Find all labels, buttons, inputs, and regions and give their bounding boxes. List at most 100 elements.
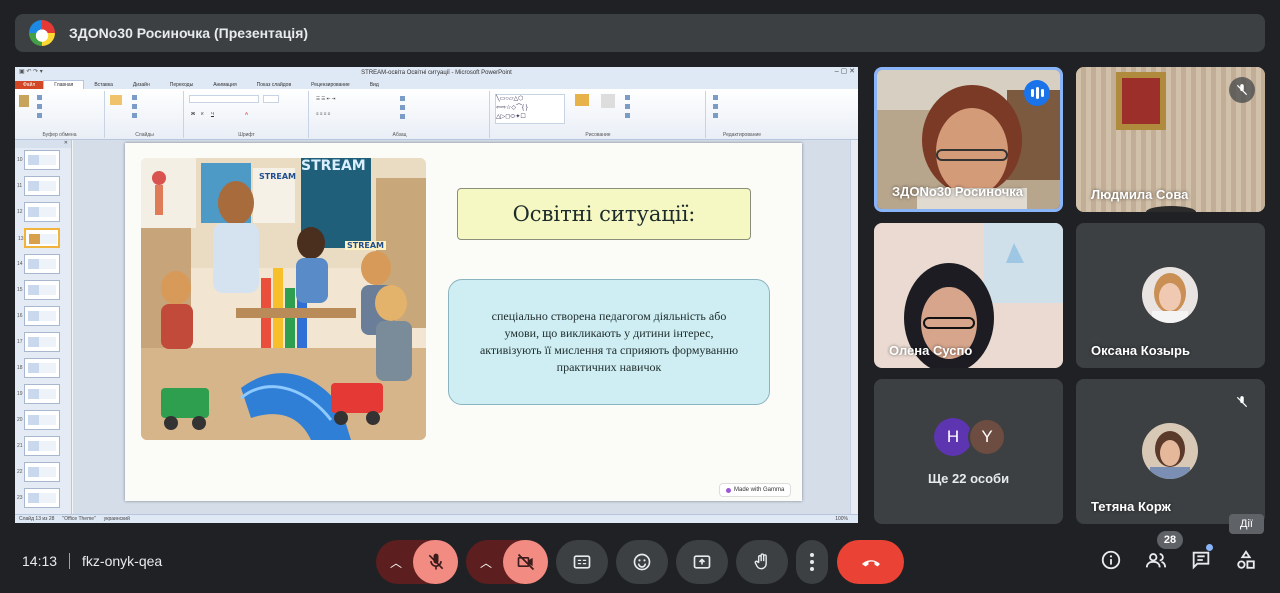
format-painter-icon[interactable]: [37, 113, 44, 119]
ppt-ribbon-tabs: Файл Главная Вставка Дизайн Переходы Ани…: [15, 78, 858, 89]
info-icon: [1101, 550, 1121, 570]
meeting-details-button[interactable]: [1096, 545, 1126, 575]
align-text-icon[interactable]: [400, 105, 407, 111]
participant-avatar: [1142, 423, 1198, 479]
status-slide-number: Слайд 13 из 28: [19, 516, 55, 522]
slide-photo: STREAM STREAM STREAM: [141, 158, 426, 440]
underline-icon[interactable]: Ч: [211, 111, 214, 116]
captions-button[interactable]: [556, 540, 608, 584]
copy-icon[interactable]: [37, 104, 44, 110]
status-zoom[interactable]: 100%: [835, 516, 848, 522]
section-icon[interactable]: [132, 113, 139, 119]
shape-effects-icon[interactable]: [625, 113, 632, 119]
ribbon-group-label: Рисование: [585, 132, 611, 138]
camera-options-chevron-icon[interactable]: ︿: [480, 554, 492, 571]
align-icon[interactable]: ≡ ≡ ≡ ≡: [316, 111, 330, 116]
font-size-select[interactable]: [263, 95, 279, 103]
tab-review[interactable]: Рецензирование: [301, 81, 360, 89]
shape-fill-icon[interactable]: [625, 95, 632, 101]
slide-thumbnail[interactable]: 23: [17, 488, 60, 508]
paste-icon[interactable]: [19, 95, 31, 107]
font-name-select[interactable]: [189, 95, 259, 103]
photo-sign-stream: STREAM: [301, 158, 366, 174]
slide-thumbnail[interactable]: 21: [17, 436, 60, 456]
tab-animation[interactable]: Анимация: [203, 81, 246, 89]
more-participants-tile[interactable]: Н Y Ще 22 особи: [874, 379, 1063, 524]
participant-tile[interactable]: Олена Суспо: [874, 223, 1063, 368]
present-button[interactable]: [676, 540, 728, 584]
participant-avatar: [1142, 267, 1198, 323]
arrange-icon[interactable]: [575, 94, 591, 106]
quick-styles-icon[interactable]: [601, 94, 617, 108]
mic-options-chevron-icon[interactable]: ︿: [390, 554, 402, 571]
presenter-logo-icon: [29, 20, 55, 46]
layout-icon[interactable]: [132, 95, 139, 101]
tab-home[interactable]: Главная: [43, 80, 85, 89]
select-icon[interactable]: [713, 113, 720, 119]
activities-tooltip: Дії: [1229, 514, 1264, 534]
vertical-scrollbar[interactable]: [850, 140, 858, 514]
participant-tile[interactable]: Тетяна Корж: [1076, 379, 1265, 524]
participant-tile[interactable]: ЗДОNo30 Росиночка: [874, 67, 1063, 212]
ribbon-group-paragraph: ☰ ☰ ⇤ ⇥ ≡ ≡ ≡ ≡ Абзац: [310, 91, 490, 138]
slide-thumbnail[interactable]: 18: [17, 358, 60, 378]
ribbon-group-clipboard: Буфер обмена: [15, 91, 105, 138]
ribbon-group-label: Слайды: [135, 132, 154, 138]
ribbon-group-label: Абзац: [392, 132, 407, 138]
tab-slideshow[interactable]: Показ слайдов: [247, 81, 301, 89]
new-slide-icon[interactable]: [110, 95, 124, 105]
bold-icon[interactable]: Ж: [191, 111, 195, 116]
find-icon[interactable]: [713, 95, 720, 101]
italic-icon[interactable]: К: [201, 111, 204, 116]
gamma-logo-icon: [726, 487, 731, 493]
bullets-icon[interactable]: ☰ ☰ ⇤ ⇥: [316, 96, 335, 102]
tab-transitions[interactable]: Переходы: [160, 81, 203, 89]
participant-name: ЗДОNo30 Росиночка: [892, 184, 1024, 199]
participant-tile[interactable]: Оксана Козырь: [1076, 223, 1265, 368]
tab-view[interactable]: Вид: [360, 81, 389, 89]
slide-thumbnail[interactable]: 22: [17, 462, 60, 482]
slide-thumbnail[interactable]: 10: [17, 150, 60, 170]
smartart-icon[interactable]: [400, 114, 407, 120]
slide-heading: Освітні ситуації:: [457, 188, 751, 240]
slide-thumbnail[interactable]: 14: [17, 254, 60, 274]
shared-screen: ▣ ↶ ↷ ▾ STREAM-освіта Освітні ситуації -…: [15, 67, 858, 523]
camera-toggle-button[interactable]: [503, 540, 548, 584]
more-options-button[interactable]: [796, 540, 828, 584]
participant-initial-avatar: Y: [968, 418, 1006, 456]
status-theme: "Office Theme": [62, 516, 96, 522]
slide-thumbnail[interactable]: 19: [17, 384, 60, 404]
ribbon-group-label: Шрифт: [238, 132, 255, 138]
slide-thumbnail[interactable]: 20: [17, 410, 60, 430]
mic-toggle-button[interactable]: [413, 540, 458, 584]
raise-hand-button[interactable]: [736, 540, 788, 584]
tab-insert[interactable]: Вставка: [84, 81, 123, 89]
font-color-icon[interactable]: A: [245, 111, 248, 116]
meeting-header: ЗДОNo30 Росиночка (Презентація): [15, 14, 1265, 52]
emoji-button[interactable]: [616, 540, 668, 584]
participant-tile[interactable]: Людмила Сова: [1076, 67, 1265, 212]
chat-icon: [1192, 551, 1210, 570]
slide-thumbnail[interactable]: 12: [17, 202, 60, 222]
slide-thumbnail[interactable]: 17: [17, 332, 60, 352]
replace-icon[interactable]: [713, 104, 720, 110]
current-slide[interactable]: STREAM STREAM STREAM Освітні ситуації: с…: [125, 143, 802, 501]
shape-outline-icon[interactable]: [625, 104, 632, 110]
leave-call-button[interactable]: [837, 540, 904, 584]
slide-thumbnail[interactable]: 11: [17, 176, 60, 196]
reset-icon[interactable]: [132, 104, 139, 110]
tab-design[interactable]: Дизайн: [123, 81, 160, 89]
cut-icon[interactable]: [37, 95, 44, 101]
text-direction-icon[interactable]: [400, 96, 407, 102]
activities-button[interactable]: [1231, 545, 1261, 575]
people-button[interactable]: [1141, 545, 1171, 575]
slide-thumbnail[interactable]: 16: [17, 306, 60, 326]
call-end-icon: [861, 560, 880, 567]
participant-count-badge: 28: [1157, 531, 1183, 549]
camera-off-icon: [517, 553, 534, 571]
tab-file[interactable]: Файл: [15, 81, 44, 89]
shapes-gallery[interactable]: ╲▭○▱△⬡ ⇦⇨☆◇⌒{ } △▷◻⬭✦☐: [495, 94, 565, 124]
slide-thumbnail[interactable]: 15: [17, 280, 60, 300]
thumbnails-close-icon[interactable]: ✕: [15, 140, 71, 148]
slide-thumbnail-selected[interactable]: 13: [18, 228, 60, 248]
